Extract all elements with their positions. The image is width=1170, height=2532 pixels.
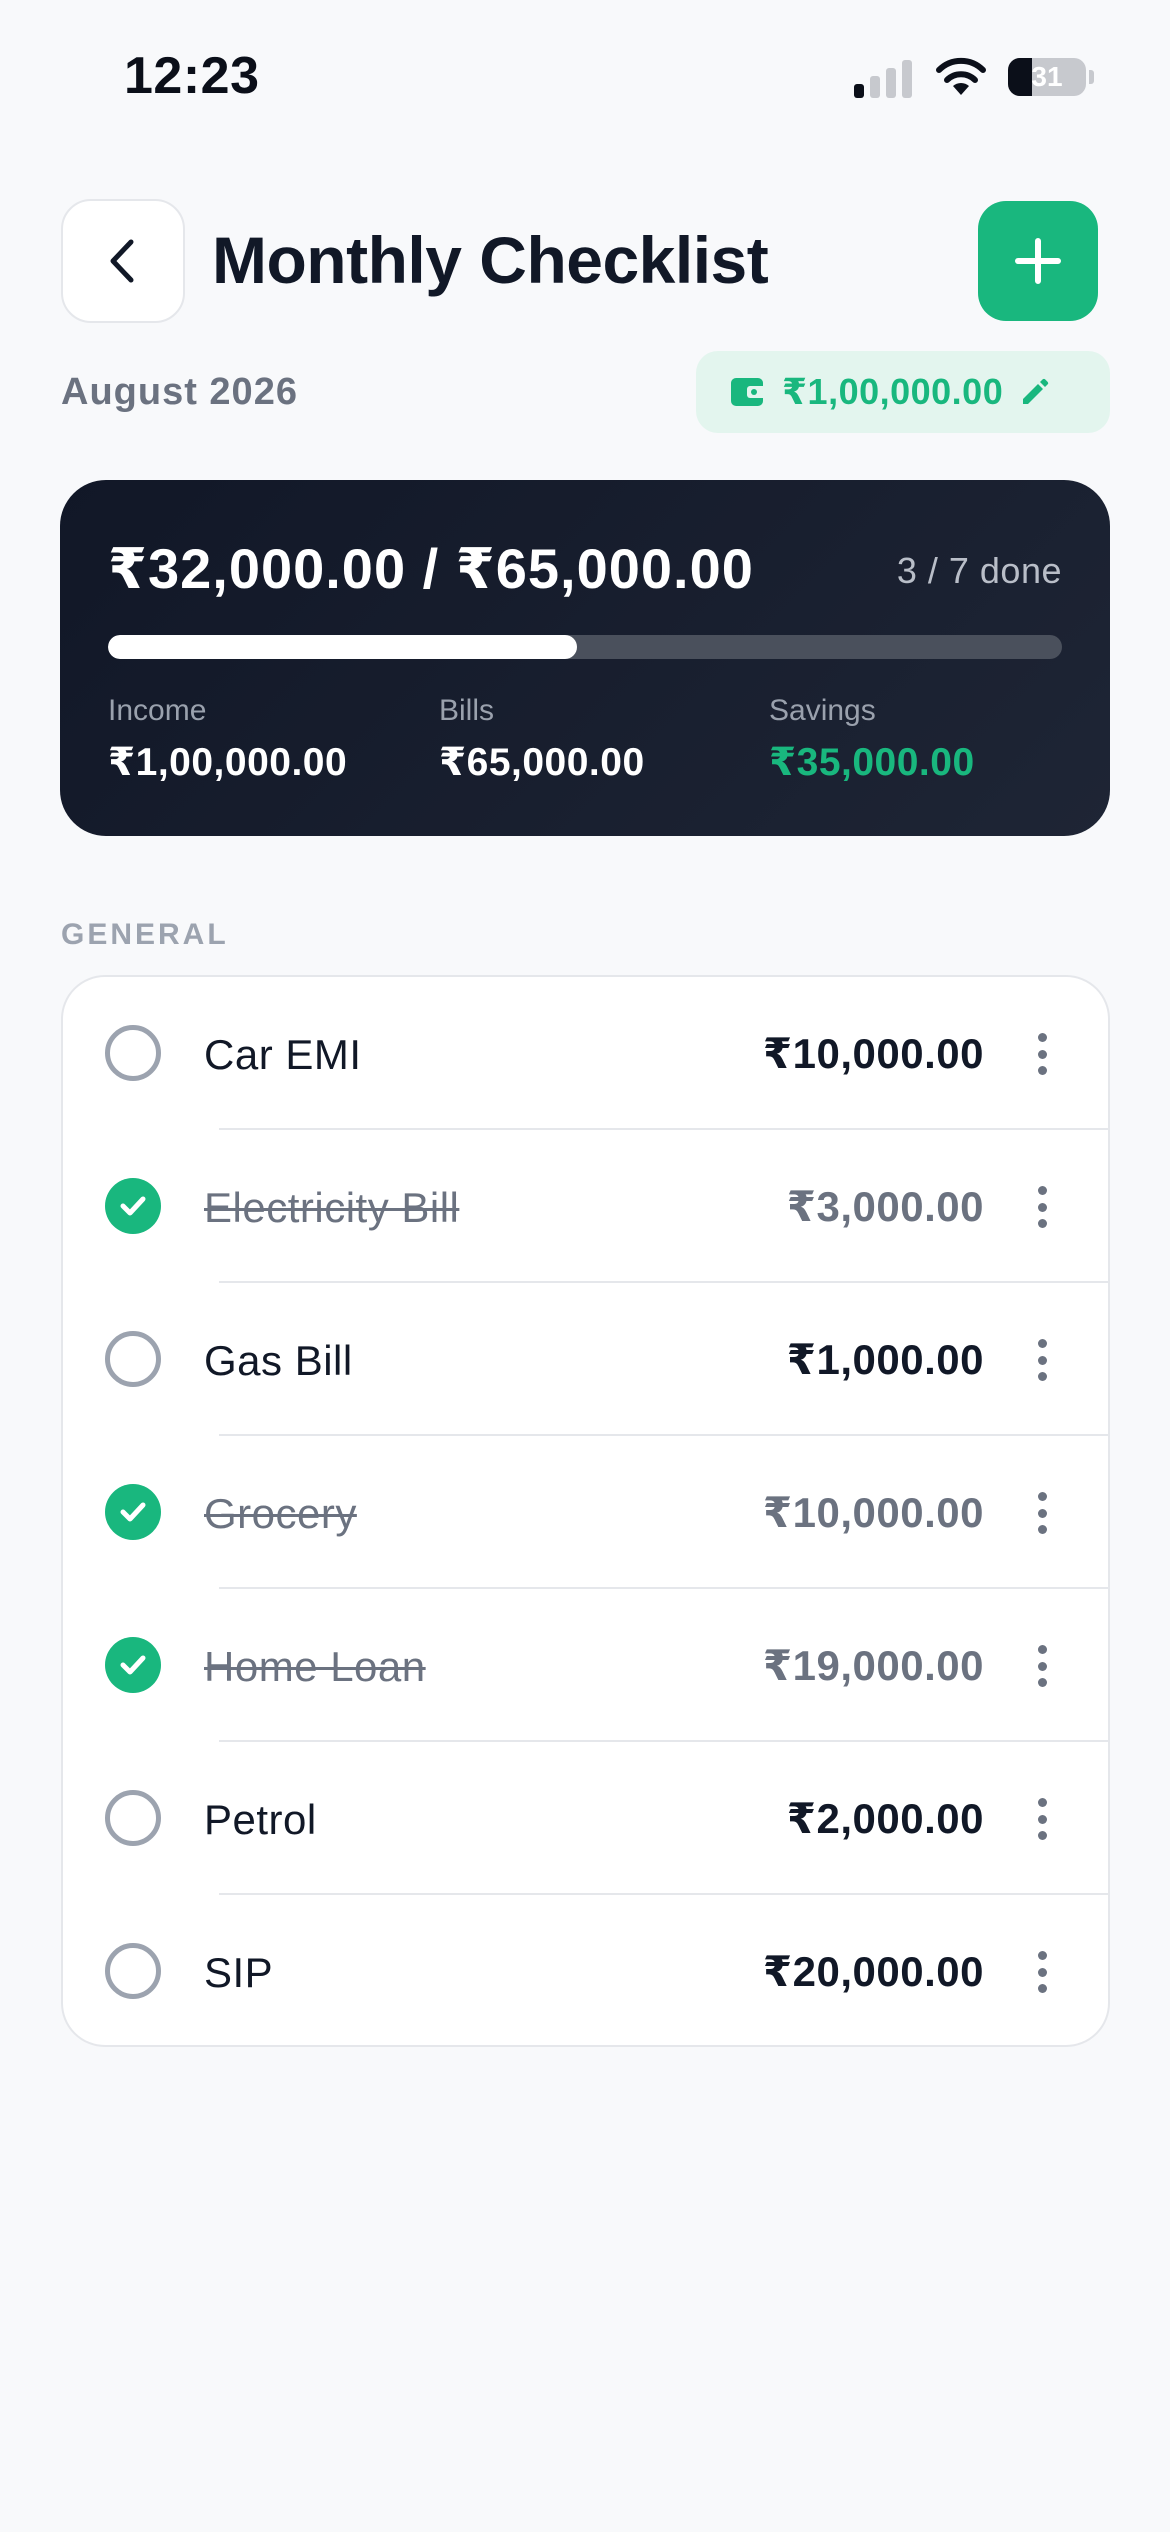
savings-label: Savings — [769, 694, 876, 727]
item-name[interactable]: SIP — [204, 1949, 273, 1997]
plus-icon — [1015, 238, 1061, 284]
checklist-item: Grocery ₹10,000.00 — [63, 1436, 1108, 1589]
item-amount: ₹10,000.00 — [762, 1489, 984, 1536]
item-name[interactable]: Gas Bill — [204, 1337, 353, 1385]
checkbox[interactable] — [105, 1025, 161, 1081]
bills-stat: Bills ₹65,000.00 — [439, 694, 645, 785]
summary-done-count: 3 / 7 done — [896, 550, 1062, 591]
checkbox[interactable] — [105, 1943, 161, 1999]
checkbox[interactable] — [105, 1331, 161, 1387]
checkmark-icon — [120, 1655, 146, 1675]
income-label: Income — [108, 694, 207, 727]
item-name[interactable]: Electricity Bill — [204, 1184, 459, 1232]
back-button[interactable] — [61, 199, 185, 323]
item-amount: ₹2,000.00 — [786, 1795, 984, 1842]
screen: 12:23 31 Monthly Checklist August 2026 ₹… — [0, 0, 1170, 2532]
section-label: GENERAL — [61, 918, 229, 951]
progress-fill — [108, 635, 578, 659]
summary-card: ₹32,000.00 / ₹65,000.00 3 / 7 done Incom… — [60, 480, 1110, 836]
more-vertical-icon[interactable] — [1032, 1492, 1052, 1534]
item-amount: ₹19,000.00 — [762, 1642, 984, 1689]
item-name[interactable]: Petrol — [204, 1796, 317, 1844]
more-vertical-icon[interactable] — [1032, 1951, 1052, 1993]
battery-tip — [1089, 70, 1094, 84]
income-stat: Income ₹1,00,000.00 — [108, 694, 347, 785]
cellular-signal-icon — [854, 58, 914, 98]
chevron-left-icon — [110, 239, 134, 283]
checkbox[interactable] — [105, 1637, 161, 1693]
checklist-item: Gas Bill ₹1,000.00 — [63, 1283, 1108, 1436]
checklist-card: Car EMI ₹10,000.00 Electricity Bill ₹3,0… — [61, 975, 1110, 2047]
more-vertical-icon[interactable] — [1032, 1798, 1052, 1840]
item-amount: ₹3,000.00 — [786, 1183, 984, 1230]
battery-icon: 31 — [1008, 58, 1086, 96]
more-vertical-icon[interactable] — [1032, 1033, 1052, 1075]
wallet-icon — [731, 378, 766, 406]
checklist-item: Electricity Bill ₹3,000.00 — [63, 1130, 1108, 1283]
income-chip-amount: ₹1,00,000.00 — [782, 371, 1004, 412]
income-value: ₹1,00,000.00 — [108, 741, 348, 784]
checkmark-icon — [120, 1196, 146, 1216]
savings-value: ₹35,000.00 — [769, 741, 975, 784]
more-vertical-icon[interactable] — [1032, 1645, 1052, 1687]
checklist-item: Petrol ₹2,000.00 — [63, 1742, 1108, 1895]
item-amount: ₹10,000.00 — [762, 1030, 984, 1077]
checkbox[interactable] — [105, 1790, 161, 1846]
checklist-item: Home Loan ₹19,000.00 — [63, 1589, 1108, 1742]
status-time: 12:23 — [124, 47, 260, 105]
checkmark-icon — [120, 1502, 146, 1522]
more-vertical-icon[interactable] — [1032, 1186, 1052, 1228]
month-label: August 2026 — [61, 371, 298, 413]
item-amount: ₹20,000.00 — [762, 1948, 984, 1995]
more-vertical-icon[interactable] — [1032, 1339, 1052, 1381]
checkbox[interactable] — [105, 1178, 161, 1234]
checklist-item: SIP ₹20,000.00 — [63, 1895, 1108, 2045]
summary-total: ₹32,000.00 / ₹65,000.00 — [108, 537, 754, 600]
progress-bar — [108, 635, 1062, 659]
item-name[interactable]: Home Loan — [204, 1643, 426, 1691]
wifi-icon — [936, 57, 986, 95]
battery-level: 31 — [1031, 61, 1063, 92]
page-title: Monthly Checklist — [212, 223, 769, 297]
item-name[interactable]: Grocery — [204, 1490, 357, 1538]
item-name[interactable]: Car EMI — [204, 1031, 362, 1079]
checklist-item: Car EMI ₹10,000.00 — [63, 977, 1108, 1130]
add-item-button[interactable] — [978, 201, 1098, 321]
income-chip[interactable]: ₹1,00,000.00 — [696, 351, 1110, 433]
pencil-icon — [1023, 378, 1049, 404]
item-amount: ₹1,000.00 — [786, 1336, 984, 1383]
checkbox[interactable] — [105, 1484, 161, 1540]
savings-stat: Savings ₹35,000.00 — [769, 694, 975, 785]
bills-label: Bills — [439, 694, 495, 727]
status-bar: 12:23 31 — [0, 0, 1170, 150]
bills-value: ₹65,000.00 — [439, 741, 645, 784]
